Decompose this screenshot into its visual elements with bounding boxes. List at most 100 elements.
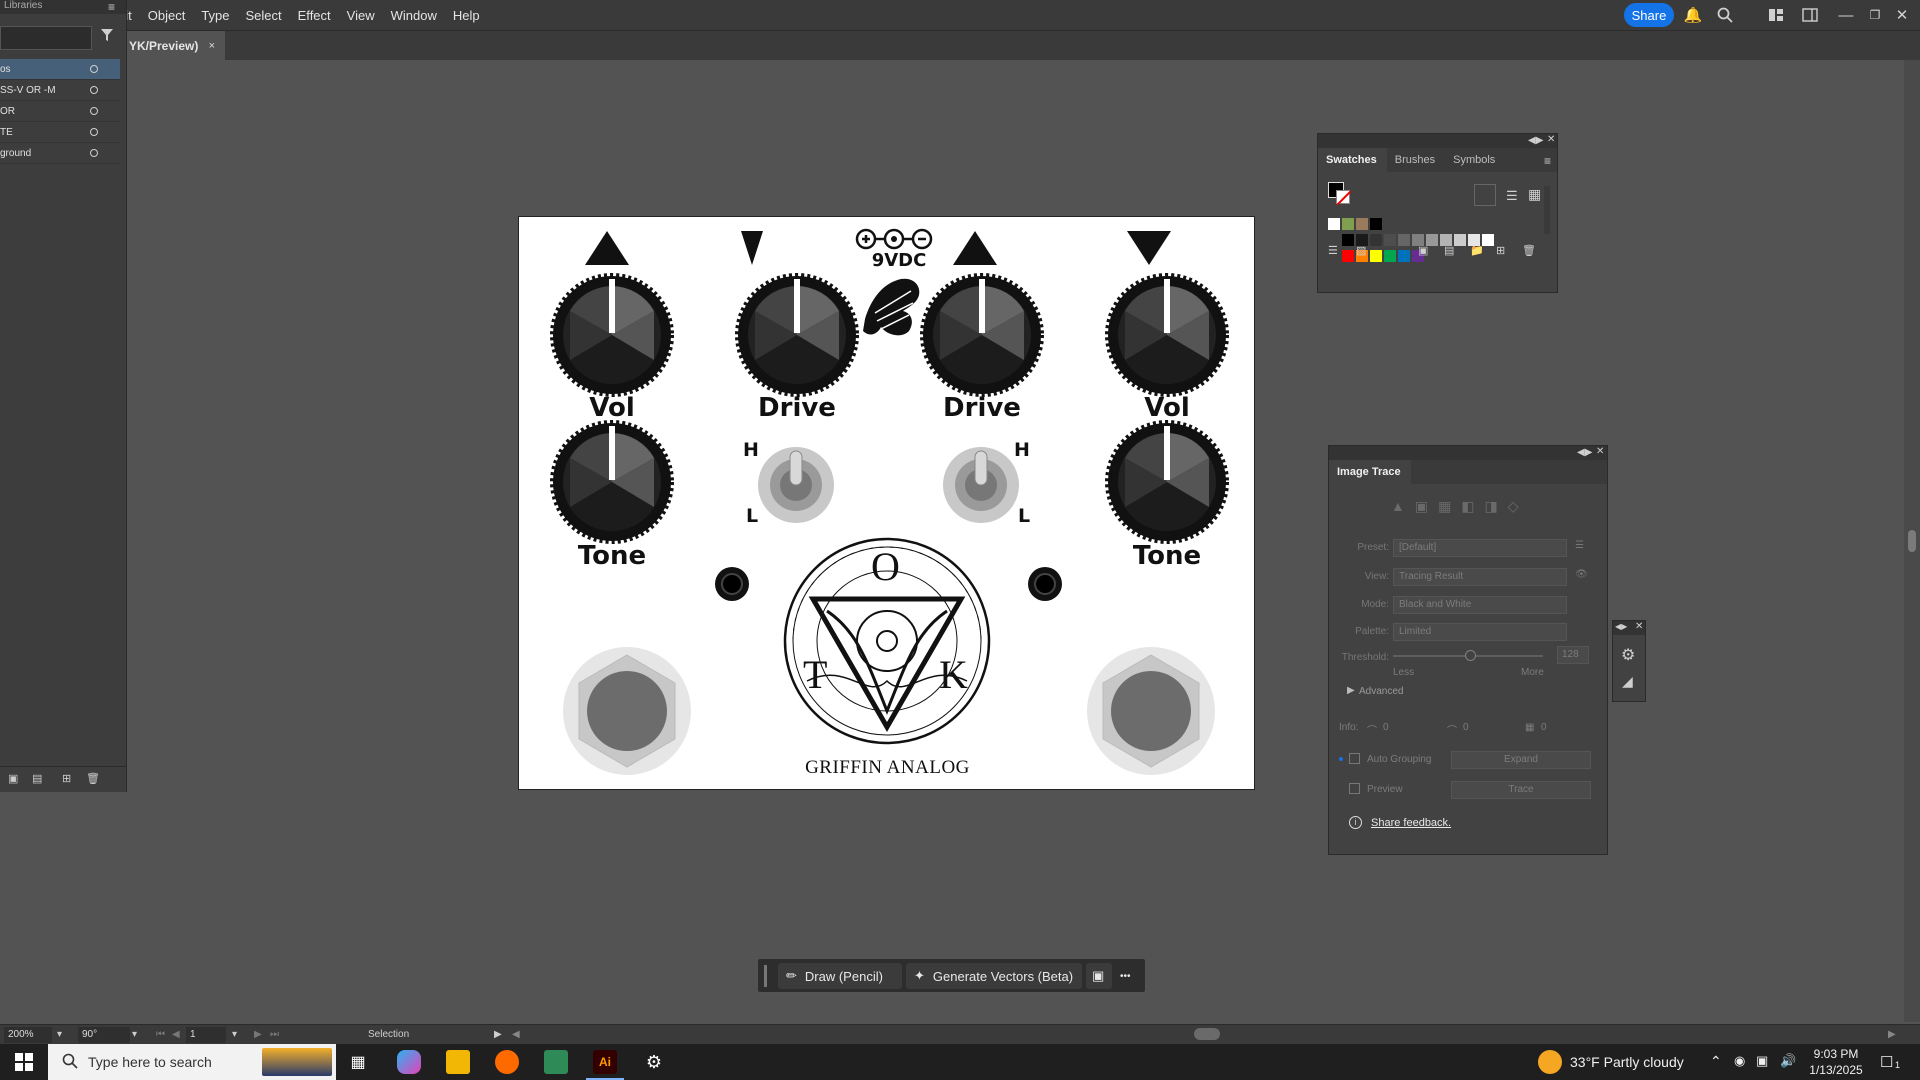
preset-list-icon[interactable]: ☰: [1575, 540, 1584, 551]
close-icon[interactable]: ✕: [1596, 446, 1604, 457]
swatch-pattern[interactable]: [1342, 218, 1354, 230]
expand-button[interactable]: Expand: [1451, 751, 1591, 769]
grid-view-icon[interactable]: ▦: [1528, 186, 1541, 203]
search-icon[interactable]: [1715, 5, 1735, 25]
layer-target-icon[interactable]: [90, 86, 98, 94]
arrange-documents-icon[interactable]: [1766, 5, 1786, 25]
document-tab[interactable]: YK/Preview) ×: [125, 31, 225, 61]
preview-checkbox[interactable]: [1349, 783, 1360, 794]
advanced-disclosure-icon[interactable]: ▶: [1347, 685, 1355, 696]
swatch-gray[interactable]: [1370, 234, 1382, 246]
settings-gear-icon[interactable]: ⚙: [642, 1050, 666, 1074]
swatch-gray[interactable]: [1342, 234, 1354, 246]
swatch-color[interactable]: [1384, 250, 1396, 262]
taskbar-search-input[interactable]: Type here to search: [48, 1044, 336, 1080]
advanced-label[interactable]: Advanced: [1359, 686, 1403, 697]
monitor-icon[interactable]: ▣: [1756, 1053, 1768, 1069]
layer-row[interactable]: TE: [0, 122, 120, 143]
swatch-pattern[interactable]: [1356, 218, 1368, 230]
menu-window[interactable]: Window: [391, 8, 437, 23]
rotation-field[interactable]: 90°: [78, 1027, 130, 1043]
tab-close-icon[interactable]: ×: [209, 40, 215, 52]
notifications-icon[interactable]: ☐: [1880, 1053, 1893, 1071]
layer-row[interactable]: os: [0, 59, 120, 80]
copilot-icon[interactable]: [397, 1050, 421, 1074]
app-icon[interactable]: [544, 1050, 568, 1074]
threshold-value[interactable]: 128: [1557, 646, 1589, 664]
image-trace-icon[interactable]: ◢: [1622, 673, 1633, 690]
menu-effect[interactable]: Effect: [298, 8, 331, 23]
layers-search-input[interactable]: [0, 26, 92, 50]
layer-target-icon[interactable]: [90, 149, 98, 157]
close-icon[interactable]: ✕: [1635, 621, 1643, 632]
list-view-icon[interactable]: ☰: [1506, 188, 1518, 204]
horizontal-scrollbar-thumb[interactable]: [1194, 1028, 1220, 1040]
layer-target-icon[interactable]: [90, 107, 98, 115]
share-button[interactable]: Share: [1624, 3, 1674, 27]
stroke-swatch[interactable]: [1336, 190, 1352, 206]
show-hidden-icons[interactable]: ⌃: [1710, 1053, 1722, 1070]
expand-icon[interactable]: ◀▶: [1615, 622, 1627, 631]
clock-date[interactable]: 1/13/2025: [1806, 1063, 1866, 1077]
file-explorer-icon[interactable]: [446, 1050, 470, 1074]
close-icon[interactable]: ✕: [1892, 5, 1912, 25]
swatch-registration[interactable]: [1370, 218, 1382, 230]
panel-titlebar[interactable]: ◀▶ ✕: [1329, 446, 1607, 460]
task-view-icon[interactable]: ▦: [346, 1050, 370, 1074]
make-clipping-mask-icon[interactable]: ▤: [32, 772, 42, 785]
menu-select[interactable]: Select: [246, 8, 282, 23]
panel-titlebar[interactable]: ◀▶ ✕: [1613, 621, 1645, 635]
artboard[interactable]: Vol Drive Drive Vol Tone Tone H L H L 9V…: [518, 216, 1255, 790]
swatch-gray[interactable]: [1398, 234, 1410, 246]
mode-select[interactable]: Black and White: [1393, 596, 1567, 614]
swatch-color[interactable]: [1370, 250, 1382, 262]
filter-icon[interactable]: [100, 28, 114, 45]
preset-select[interactable]: [Default]: [1393, 539, 1567, 557]
close-icon[interactable]: ✕: [1547, 134, 1555, 145]
collect-export-icon[interactable]: ▣: [8, 772, 18, 785]
horizontal-scrollbar[interactable]: [510, 1024, 1900, 1042]
menu-view[interactable]: View: [347, 8, 375, 23]
share-feedback-link[interactable]: Share feedback.: [1371, 817, 1451, 829]
folder-icon[interactable]: 📁: [1470, 244, 1484, 257]
rotation-dropdown-icon[interactable]: ▾: [132, 1029, 137, 1040]
eye-icon[interactable]: 👁: [1575, 569, 1588, 580]
collapse-icon[interactable]: ◀▶: [1577, 447, 1592, 458]
show-kinds-icon[interactable]: [1474, 184, 1496, 206]
swatches-scrollbar[interactable]: [1544, 186, 1550, 234]
vertical-scrollbar[interactable]: [1904, 60, 1920, 1022]
view-select[interactable]: Tracing Result: [1393, 568, 1567, 586]
next-artboard-icon[interactable]: ▶: [254, 1029, 262, 1040]
menu-help[interactable]: Help: [453, 8, 480, 23]
status-menu-icon[interactable]: ▶: [494, 1029, 502, 1040]
layer-row[interactable]: OR: [0, 101, 120, 122]
delete-layer-icon[interactable]: 🗑: [86, 772, 100, 785]
swatch-libraries-icon[interactable]: ☰: [1328, 244, 1338, 257]
generate-vectors-button[interactable]: ✦ Generate Vectors (Beta): [906, 963, 1082, 989]
artboard-number-field[interactable]: 1: [186, 1027, 226, 1043]
palette-select[interactable]: Limited: [1393, 623, 1567, 641]
minimize-icon[interactable]: —: [1836, 5, 1856, 25]
windows-start-icon[interactable]: [12, 1050, 36, 1074]
restore-icon[interactable]: ❐: [1865, 5, 1885, 25]
first-artboard-icon[interactable]: ⏮: [156, 1029, 165, 1040]
trace-button[interactable]: Trace: [1451, 781, 1591, 799]
new-swatch-icon[interactable]: ⊞: [1496, 244, 1505, 257]
delete-swatch-icon[interactable]: 🗑: [1522, 244, 1536, 257]
bell-icon[interactable]: 🔔: [1683, 5, 1703, 25]
zoom-field[interactable]: 200%: [4, 1027, 52, 1043]
swatch-gray[interactable]: [1384, 234, 1396, 246]
prev-artboard-icon[interactable]: ◀: [172, 1029, 180, 1040]
illustrator-icon[interactable]: Ai: [593, 1050, 617, 1074]
zoom-dropdown-icon[interactable]: ▾: [57, 1029, 62, 1040]
weather-icon[interactable]: [1538, 1050, 1562, 1074]
weather-label[interactable]: 33°F Partly cloudy: [1570, 1054, 1684, 1070]
color-palette-icon[interactable]: ⚙: [1621, 645, 1635, 665]
network-icon[interactable]: ◉: [1734, 1053, 1745, 1069]
tab-symbols[interactable]: Symbols: [1445, 148, 1505, 172]
swatch-gray[interactable]: [1454, 234, 1466, 246]
layer-row[interactable]: ground: [0, 143, 120, 164]
panel-menu-icon[interactable]: ≡: [108, 0, 115, 14]
layer-target-icon[interactable]: [90, 65, 98, 73]
draw-pencil-button[interactable]: ✏ Draw (Pencil): [778, 963, 902, 989]
